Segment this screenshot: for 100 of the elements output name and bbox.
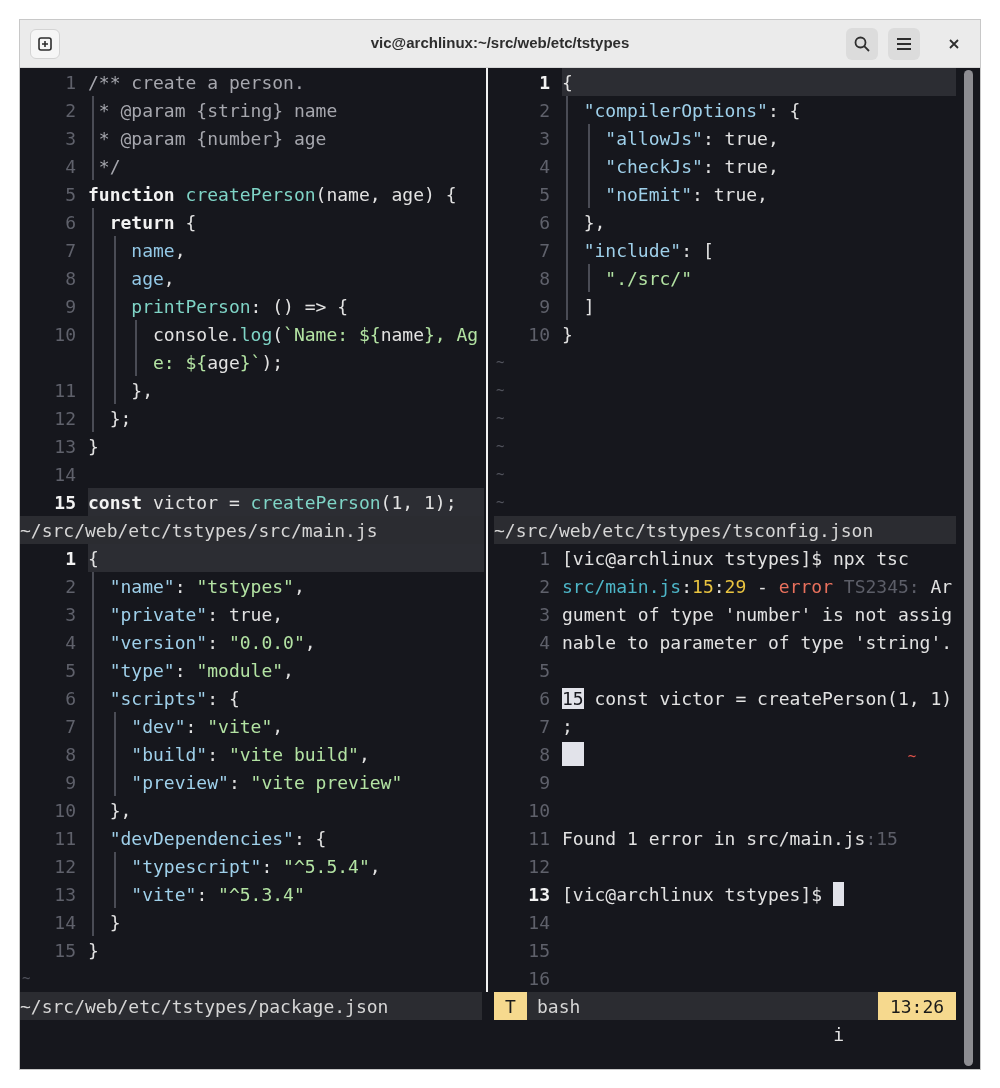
code-text: "typescript": "^5.5.4", [130, 854, 381, 879]
line-number: 8 [64, 266, 76, 291]
code-text: } [562, 322, 573, 347]
line-number: 9 [64, 770, 76, 795]
line-number: 2 [64, 98, 76, 123]
line-number: 2 [64, 574, 76, 599]
line-number: 14 [527, 910, 550, 935]
line-number: 1 [64, 70, 76, 95]
line-number: 11 [53, 826, 76, 851]
code-text: }, [130, 378, 154, 403]
line-number: 4 [64, 630, 76, 655]
code-text: "devDependencies": { [108, 826, 327, 851]
code-text: "private": true, [108, 602, 284, 627]
line-number: 4 [538, 630, 550, 655]
line-number: 6 [64, 210, 76, 235]
line-number: 10 [527, 322, 550, 347]
code-text: Found 1 error in src/main.js:15 [562, 826, 898, 851]
filler-tilde: ~ [496, 492, 505, 512]
code-text: function createPerson(name, age) { [88, 182, 457, 207]
line-number: 12 [53, 406, 76, 431]
code-text: [vic@archlinux tstypes]$ [562, 882, 824, 907]
text-cursor [562, 742, 584, 766]
line-number: 13 [53, 434, 76, 459]
line-number: 14 [53, 910, 76, 935]
scrollbar-thumb[interactable] [963, 70, 973, 1066]
code-text: ; [562, 714, 573, 739]
code-text: }, [108, 798, 132, 823]
code-text: src/main.js:15:29 - error TS2345: Ar [562, 574, 953, 599]
line-number: 3 [64, 126, 76, 151]
code-text: { [562, 70, 573, 95]
line-number: 1 [538, 546, 550, 571]
code-text: /** create a person. [88, 70, 305, 95]
line-number: 9 [64, 294, 76, 319]
line-number: 8 [538, 266, 550, 291]
line-number: 2 [538, 574, 550, 599]
code-text: }, [582, 210, 606, 235]
filler-tilde: ~ [496, 352, 505, 372]
line-number: 5 [64, 658, 76, 683]
line-number: 10 [527, 798, 550, 823]
code-text: }; [108, 406, 132, 431]
code-text: "./src/" [604, 266, 693, 291]
line-number: 15 [527, 938, 550, 963]
line-number: 1 [538, 70, 550, 95]
line-number: 4 [64, 154, 76, 179]
file-path: ~/src/web/etc/tstypes/tsconfig.json [494, 518, 874, 543]
code-text: "preview": "vite preview" [130, 770, 403, 795]
line-number: 3 [538, 126, 550, 151]
line-number: 12 [527, 854, 550, 879]
plus-in-square-icon [38, 36, 52, 51]
line-number: 10 [53, 322, 76, 347]
line-number: 10 [53, 798, 76, 823]
code-text: name, [130, 238, 186, 263]
line-number: 11 [53, 378, 76, 403]
code-text: "type": "module", [108, 658, 294, 683]
line-number: 5 [538, 658, 550, 683]
code-text: "noEmit": true, [604, 182, 768, 207]
code-text: "dev": "vite", [130, 714, 284, 739]
line-number: 11 [527, 826, 550, 851]
code-text: * @param {number} age [97, 126, 327, 151]
line-number: 9 [538, 770, 550, 795]
code-text: "scripts": { [108, 686, 240, 711]
line-number: 7 [538, 714, 550, 739]
code-text: return { [108, 210, 197, 235]
line-number: 7 [538, 238, 550, 263]
filler-tilde: ~ [496, 464, 505, 484]
code-text: const victor = createPerson(1, 1); [88, 490, 457, 515]
line-number: 6 [538, 686, 550, 711]
line-number: 14 [53, 462, 76, 487]
line-number: 8 [538, 742, 550, 767]
window-title: vic@archlinux:~/src/web/etc/tstypes [370, 33, 630, 54]
line-number: 13 [53, 882, 76, 907]
code-text: console.log(`Name: ${name}, Ag [152, 322, 479, 347]
text-cursor [832, 882, 844, 906]
code-text: "vite": "^5.3.4" [130, 882, 305, 907]
line-number: 5 [538, 182, 550, 207]
filler-tilde: ~ [496, 408, 505, 428]
new-tab-button[interactable] [30, 28, 60, 59]
line-number: 9 [538, 294, 550, 319]
search-button[interactable] [846, 27, 878, 60]
code-text: "include": [ [582, 238, 714, 263]
line-number: 4 [538, 154, 550, 179]
code-text: } [108, 910, 121, 935]
code-text: "name": "tstypes", [108, 574, 305, 599]
terminal-title: bash [537, 994, 581, 1019]
filler-tilde: ~ [496, 436, 505, 456]
code-text: "allowJs": true, [604, 126, 779, 151]
close-icon [949, 38, 959, 49]
menu-button[interactable] [888, 27, 920, 60]
line-number: 12 [53, 854, 76, 879]
code-text: } [88, 938, 99, 963]
code-text: { [88, 546, 99, 571]
line-number: 5 [64, 182, 76, 207]
code-text: "build": "vite build", [130, 742, 370, 767]
code-text: age, [130, 266, 175, 291]
mode-indicator: i [833, 1022, 844, 1047]
line-number: 3 [64, 602, 76, 627]
code-text: */ [97, 154, 121, 179]
line-number: 7 [64, 238, 76, 263]
line-number: 3 [538, 602, 550, 627]
line-number: 15 [53, 938, 76, 963]
